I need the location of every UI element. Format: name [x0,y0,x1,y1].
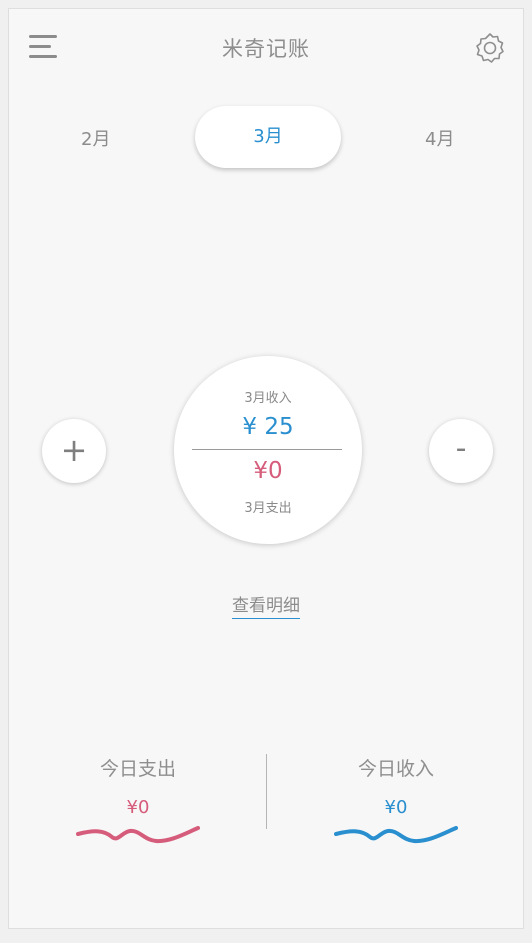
today-income: 今日收入 ¥0 [267,754,525,848]
app-window: 米奇记账 2月 3月 4月 + 3月收入 ¥ 25 ¥0 3月支出 - 查看明细… [8,8,524,929]
app-title: 米奇记账 [222,37,310,61]
month-summary-circle: 3月收入 ¥ 25 ¥0 3月支出 [174,356,362,544]
add-income-button[interactable]: + [42,419,106,483]
gear-icon[interactable] [473,31,507,65]
view-details-link[interactable]: 查看明细 [232,591,300,619]
income-label: 3月收入 [244,391,292,406]
month-current[interactable]: 3月 [195,106,341,168]
header-bar: 米奇记账 [9,9,523,89]
today-expense: 今日支出 ¥0 [9,754,267,848]
add-expense-button[interactable]: - [429,419,493,483]
today-expense-value: ¥0 [126,797,150,818]
expense-label: 3月支出 [244,501,292,516]
expense-wave-icon [76,826,200,844]
today-income-label: 今日收入 [357,758,434,780]
income-wave-icon [334,826,458,844]
detail-link-row: 查看明细 [9,591,523,619]
today-income-value: ¥0 [384,797,408,818]
summary-divider [192,449,342,450]
income-amount: ¥ 25 [242,414,294,440]
expense-amount: ¥0 [253,458,283,484]
month-prev[interactable]: 2月 [81,125,110,151]
today-expense-label: 今日支出 [99,758,176,780]
month-next[interactable]: 4月 [425,125,454,151]
